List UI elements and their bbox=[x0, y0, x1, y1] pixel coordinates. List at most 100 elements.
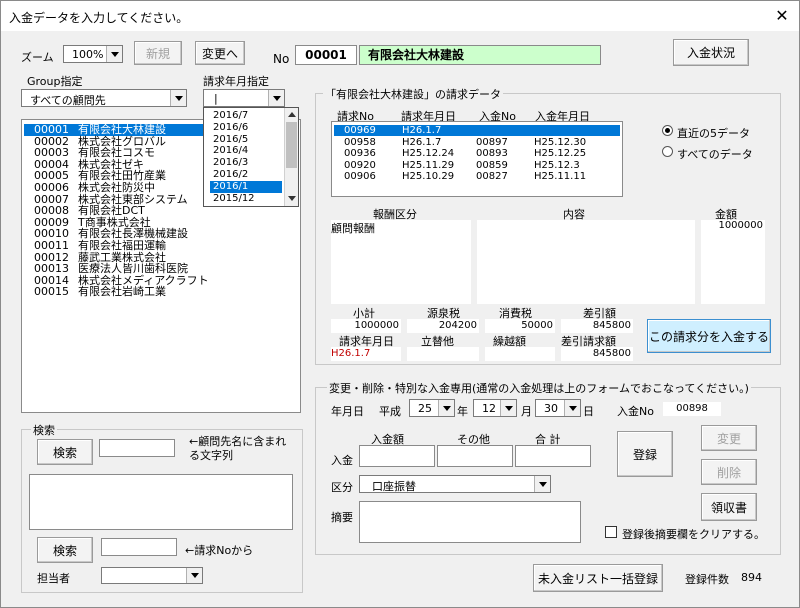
month-option[interactable]: 2016/1 bbox=[210, 180, 282, 193]
month-option[interactable]: 2015/12 bbox=[210, 193, 282, 205]
delete-button[interactable]: 削除 bbox=[701, 459, 757, 485]
scroll-thumb[interactable] bbox=[286, 122, 297, 168]
amount-value: 1000000 bbox=[718, 220, 763, 231]
invoice-cell-pay-date: H25.12.25 bbox=[534, 148, 587, 160]
close-icon[interactable]: ✕ bbox=[769, 4, 795, 28]
staff-select[interactable] bbox=[101, 567, 203, 584]
clear-memo-checkbox[interactable] bbox=[605, 526, 617, 538]
invoice-cell-inv-date: H25.11.29 bbox=[402, 159, 455, 171]
client-name: 有限会社大林建設 bbox=[359, 45, 601, 65]
month-select[interactable]: | bbox=[203, 89, 285, 107]
invoice-cell-pay-date: H25.11.11 bbox=[534, 171, 587, 183]
invoice-row[interactable]: 00920 H25.11.29 00859 H25.12.3 bbox=[334, 160, 620, 171]
invoice-cell-inv-date: H26.1.7 bbox=[402, 136, 442, 148]
radio-all[interactable] bbox=[662, 146, 673, 157]
category-value: 顧問報酬 bbox=[331, 222, 375, 235]
client-no: 00001 bbox=[295, 45, 357, 65]
month-scrollbar[interactable] bbox=[284, 108, 298, 206]
date-label: 年月日 bbox=[331, 405, 364, 418]
month-day-select[interactable]: 12 bbox=[473, 399, 517, 417]
count-value: 894 bbox=[741, 571, 762, 584]
search-invoice-hint: ←請求Noから bbox=[185, 544, 254, 557]
month-option[interactable]: 2016/5 bbox=[210, 134, 282, 146]
zoom-select[interactable]: 100% bbox=[63, 45, 123, 63]
year-select[interactable]: 25 bbox=[409, 399, 455, 417]
invoice-row[interactable]: 00936 H25.12.24 00893 H25.12.25 bbox=[334, 148, 620, 159]
search-group-title: 検索 bbox=[31, 422, 57, 438]
chevron-down-icon bbox=[500, 400, 516, 416]
invoice-cell-inv-no: 00958 bbox=[344, 136, 376, 148]
client-list-item[interactable]: 00015 有限会社岩崎工業 bbox=[34, 286, 166, 298]
client-name-cell: 有限会社岩崎工業 bbox=[78, 285, 166, 299]
payment-entry-window: 入金データを入力してください。 ✕ ズーム 100% 新規 変更へ No 000… bbox=[0, 0, 800, 608]
payment-row-label: 入金 bbox=[331, 454, 353, 467]
group-value: すべての顧問先 bbox=[30, 94, 106, 107]
month-option[interactable]: 2016/4 bbox=[210, 145, 282, 157]
title-bar: 入金データを入力してください。 ✕ bbox=[1, 1, 799, 31]
invoice-cell-inv-date: H25.12.24 bbox=[402, 148, 455, 160]
payment-category-value: 口座振替 bbox=[372, 480, 416, 493]
radio-all-label: すべてのデータ bbox=[677, 148, 753, 161]
other-amount-input[interactable] bbox=[437, 445, 513, 467]
search-name-input[interactable] bbox=[99, 439, 175, 457]
era-label: 平成 bbox=[379, 405, 401, 418]
invoice-cell-pay-no: 00859 bbox=[476, 159, 508, 171]
group-select[interactable]: すべての顧問先 bbox=[21, 89, 187, 107]
payment-category-select[interactable]: 口座振替 bbox=[359, 475, 551, 493]
month-option[interactable]: 2016/7 bbox=[210, 110, 282, 122]
client-code: 00015 bbox=[34, 285, 69, 299]
invoice-row[interactable]: 00906 H25.10.29 00827 H25.11.11 bbox=[334, 171, 620, 182]
subtotal-field: 1000000 bbox=[331, 319, 401, 333]
invoice-cell-inv-no: 00969 bbox=[344, 125, 376, 136]
invoice-cell-pay-no: 00897 bbox=[476, 136, 508, 148]
invoice-row[interactable]: 00969 H26.1.7 bbox=[334, 125, 620, 136]
payment-amount-input[interactable] bbox=[359, 445, 435, 467]
month-num-value: 12 bbox=[482, 402, 496, 415]
month-option[interactable]: 2016/6 bbox=[210, 122, 282, 134]
chevron-down-icon bbox=[170, 90, 186, 106]
zoom-value: 100% bbox=[72, 48, 104, 61]
month-option[interactable]: 2016/2 bbox=[210, 169, 282, 181]
memo-label: 摘要 bbox=[331, 511, 353, 524]
window-title: 入金データを入力してください。 bbox=[9, 11, 189, 25]
invoice-row[interactable]: 00958 H26.1.7 00897 H25.12.30 bbox=[334, 137, 620, 148]
staff-label: 担当者 bbox=[37, 572, 70, 585]
invoice-date-field: H26.1.7 bbox=[331, 347, 401, 361]
chevron-down-icon bbox=[438, 400, 454, 416]
search-invoice-button[interactable]: 検索 bbox=[37, 537, 93, 563]
total-amount-input[interactable] bbox=[515, 445, 591, 467]
scroll-up-icon[interactable] bbox=[288, 112, 296, 117]
day-unit: 日 bbox=[583, 405, 594, 418]
receipt-button[interactable]: 領収書 bbox=[701, 493, 757, 521]
new-button[interactable]: 新規 bbox=[134, 41, 182, 65]
chevron-down-icon bbox=[564, 400, 580, 416]
day-select[interactable]: 30 bbox=[535, 399, 581, 417]
register-button[interactable]: 登録 bbox=[617, 431, 673, 477]
invoice-cell-pay-date: H25.12.3 bbox=[534, 159, 580, 171]
clear-memo-label: 登録後摘要欄をクリアする。 bbox=[622, 528, 765, 541]
search-name-button[interactable]: 検索 bbox=[37, 439, 93, 465]
memo-input[interactable] bbox=[359, 501, 581, 543]
edit-button[interactable]: 変更 bbox=[701, 425, 757, 451]
change-mode-button[interactable]: 変更へ bbox=[195, 41, 245, 65]
special-group-title: 変更・削除・特別な入金専用(通常の入金処理は上のフォームでおこなってください。) bbox=[327, 380, 751, 396]
search-invoice-input[interactable] bbox=[101, 538, 177, 556]
month-option[interactable]: 2016/3 bbox=[210, 157, 282, 169]
payno-label: 入金No bbox=[617, 405, 654, 418]
payment-status-button[interactable]: 入金状況 bbox=[673, 39, 749, 66]
bulk-register-button[interactable]: 未入金リスト一括登録 bbox=[533, 564, 663, 592]
search-results-box[interactable] bbox=[29, 474, 293, 530]
category-box: 顧問報酬 bbox=[331, 220, 471, 304]
radio-recent[interactable] bbox=[662, 125, 673, 136]
invoice-cell-pay-no: 00893 bbox=[476, 148, 508, 160]
chevron-down-icon bbox=[268, 90, 284, 106]
invoice-list[interactable]: 00969 H26.1.7 00958 H26.1.7 00897 H25.12.30 00… bbox=[331, 121, 623, 197]
invoice-cell-inv-no: 00906 bbox=[344, 171, 376, 183]
withholding-field: 204200 bbox=[407, 319, 479, 333]
invoice-cell-inv-no: 00920 bbox=[344, 159, 376, 171]
month-dropdown-list[interactable]: 2016/7 2016/6 2016/5 2016/4 2016/3 2016/2 2016… bbox=[203, 107, 299, 207]
month-label: 請求年月指定 bbox=[203, 75, 269, 88]
pay-this-invoice-button[interactable]: この請求分を入金する bbox=[647, 319, 771, 353]
month-value: | bbox=[214, 92, 218, 105]
scroll-down-icon[interactable] bbox=[288, 196, 296, 201]
